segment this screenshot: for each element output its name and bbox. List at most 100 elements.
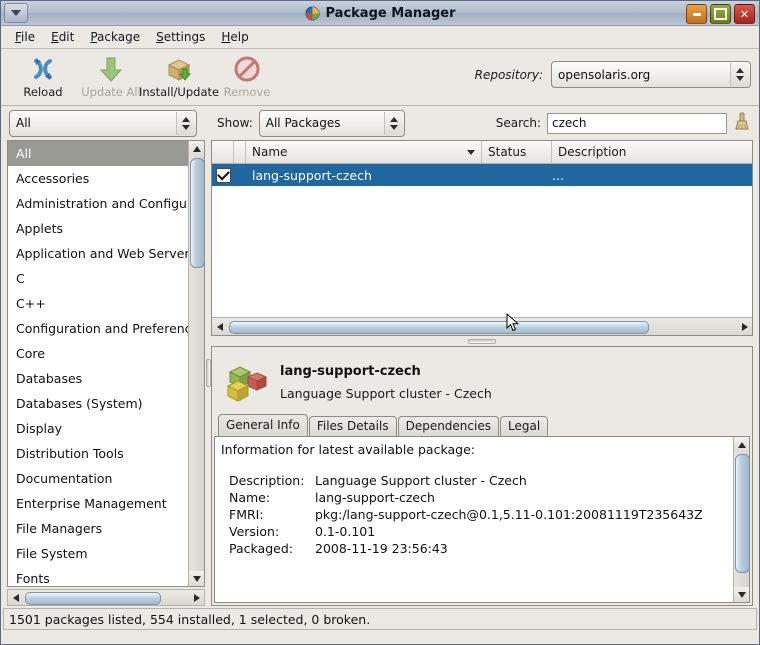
sidebar-item[interactable]: Databases (System)	[8, 391, 188, 416]
update-all-button[interactable]: Update All	[77, 52, 145, 102]
hsplitter-grip	[468, 338, 496, 344]
row-checkbox[interactable]	[212, 167, 234, 183]
detail-subtitle: Language Support cluster - Czech	[280, 385, 492, 401]
package-rows[interactable]: lang-support-czech...	[212, 164, 752, 317]
menu-edit-rest: dit	[58, 30, 75, 44]
sidebar-item[interactable]: Configuration and Preferences	[8, 316, 188, 341]
menu-help-rest: elp	[230, 30, 249, 44]
update-all-label: Update All	[81, 85, 141, 99]
install-update-icon	[167, 59, 192, 81]
menu-settings[interactable]: Settings	[148, 28, 213, 46]
sidebar-item[interactable]: Applets	[8, 216, 188, 241]
sidebar-item[interactable]: File Managers	[8, 516, 188, 541]
info-scroll-thumb[interactable]	[735, 454, 749, 573]
category-vertical-scrollbar[interactable]	[188, 141, 204, 586]
repository-value: opensolaris.org	[558, 67, 651, 82]
scroll-right-icon[interactable]	[189, 591, 204, 604]
scroll-left-icon[interactable]	[8, 591, 23, 604]
sidebar-item[interactable]: File System	[8, 541, 188, 566]
right-panel: Name Status Description lang-support-cze…	[211, 140, 759, 606]
category-list[interactable]: All Accessories Administration and Configu…	[8, 141, 188, 586]
sidebar-item[interactable]: Distribution Tools	[8, 441, 188, 466]
pkg-hscroll-track[interactable]	[227, 320, 737, 334]
show-label: Show:	[217, 116, 253, 130]
search-area: Search:	[496, 112, 751, 134]
info-fields-table: Description: Language Support cluster - C…	[221, 472, 703, 557]
pkg-hscroll-thumb[interactable]	[229, 321, 649, 334]
info-content: Information for latest available package…	[215, 437, 733, 602]
horizontal-splitter[interactable]	[211, 336, 753, 346]
checkbox-icon	[215, 167, 231, 183]
sidebar-item[interactable]: Administration and Configuratio	[8, 191, 188, 216]
tab-dependencies[interactable]: Dependencies	[397, 416, 499, 436]
sidebar-item[interactable]: Core	[8, 341, 188, 366]
reload-button[interactable]: Reload	[9, 52, 77, 102]
install-update-button[interactable]: Install/Update	[139, 52, 219, 102]
info-scroll-track[interactable]	[734, 452, 749, 587]
scroll-up-icon[interactable]	[189, 141, 204, 156]
info-key: Name:	[229, 490, 271, 505]
window-menu-icon[interactable]	[4, 3, 28, 23]
column-header-status[interactable]: Status	[482, 141, 552, 163]
sidebar-item[interactable]: Databases	[8, 366, 188, 391]
close-icon[interactable]: ✕	[734, 4, 755, 24]
info-scroll-up-icon[interactable]	[734, 437, 749, 452]
menu-file[interactable]: File	[7, 28, 43, 46]
scroll-thumb[interactable]	[190, 158, 204, 268]
info-vertical-scrollbar[interactable]	[733, 437, 749, 602]
package-horizontal-scrollbar[interactable]	[212, 317, 752, 335]
sidebar-item[interactable]: C++	[8, 291, 188, 316]
column-header-check[interactable]	[212, 141, 234, 163]
detail-tabs: General Info Files Details Dependencies Leg…	[212, 414, 752, 436]
menu-help[interactable]: Help	[213, 28, 256, 46]
show-spinner-icon[interactable]	[383, 111, 403, 135]
category-horizontal-scrollbar[interactable]	[7, 589, 205, 606]
sidebar-item[interactable]: Application and Web Servers	[8, 241, 188, 266]
broom-clear-icon[interactable]	[733, 112, 751, 134]
sidebar-item[interactable]: Display	[8, 416, 188, 441]
column-header-description[interactable]: Description	[552, 141, 752, 163]
scroll-track[interactable]	[189, 156, 204, 571]
install-update-label: Install/Update	[138, 85, 220, 99]
column-header-icon[interactable]	[234, 141, 246, 163]
pkg-scroll-left-icon[interactable]	[212, 320, 227, 333]
tab-files-details[interactable]: Files Details	[308, 416, 397, 436]
remove-button[interactable]: Remove	[213, 52, 281, 102]
info-key: Description:	[229, 473, 305, 488]
menu-package[interactable]: Package	[82, 28, 148, 46]
sidebar-item[interactable]: Enterprise Management	[8, 491, 188, 516]
hscroll-track[interactable]	[23, 591, 189, 605]
menu-edit[interactable]: Edit	[43, 28, 82, 46]
info-row: Version: 0.1-0.101	[221, 523, 703, 540]
pkg-scroll-right-icon[interactable]	[737, 320, 752, 333]
repository-combo[interactable]: opensolaris.org	[551, 61, 751, 88]
sidebar-item[interactable]: All	[8, 141, 188, 166]
category-spinner-icon[interactable]	[176, 111, 195, 135]
scroll-down-icon[interactable]	[189, 571, 204, 586]
maximize-icon[interactable]	[710, 4, 731, 24]
repository-spinner-icon[interactable]	[730, 63, 749, 86]
package-list: Name Status Description lang-support-cze…	[211, 140, 753, 336]
hscroll-thumb[interactable]	[25, 592, 161, 605]
category-combo[interactable]: All	[9, 109, 197, 137]
menu-file-rest: ile	[21, 30, 36, 44]
sidebar-item[interactable]: Documentation	[8, 466, 188, 491]
sidebar-item[interactable]: Fonts	[8, 566, 188, 586]
column-header-name[interactable]: Name	[246, 141, 482, 163]
sidebar-item[interactable]: Accessories	[8, 166, 188, 191]
table-row[interactable]: lang-support-czech...	[212, 164, 752, 186]
detail-title: lang-support-czech	[280, 363, 421, 379]
tab-general-info[interactable]: General Info	[218, 414, 308, 436]
main-body: All Accessories Administration and Configu…	[1, 140, 759, 606]
show-combo[interactable]: All Packages	[258, 109, 405, 137]
menu-settings-rest: ettings	[163, 30, 206, 44]
info-scroll-down-icon[interactable]	[734, 587, 749, 602]
minimize-icon[interactable]	[686, 4, 707, 24]
detail-pane: lang-support-czech Language Support clus…	[211, 346, 753, 606]
search-input[interactable]	[547, 112, 727, 134]
status-text: 1501 packages listed, 554 installed, 1 s…	[9, 611, 371, 627]
tab-legal[interactable]: Legal	[499, 416, 549, 436]
info-row: FMRI: pkg:/lang-support-czech@0.1,5.11-0.…	[221, 506, 703, 523]
sidebar-item[interactable]: C	[8, 266, 188, 291]
reload-label: Reload	[23, 85, 63, 99]
